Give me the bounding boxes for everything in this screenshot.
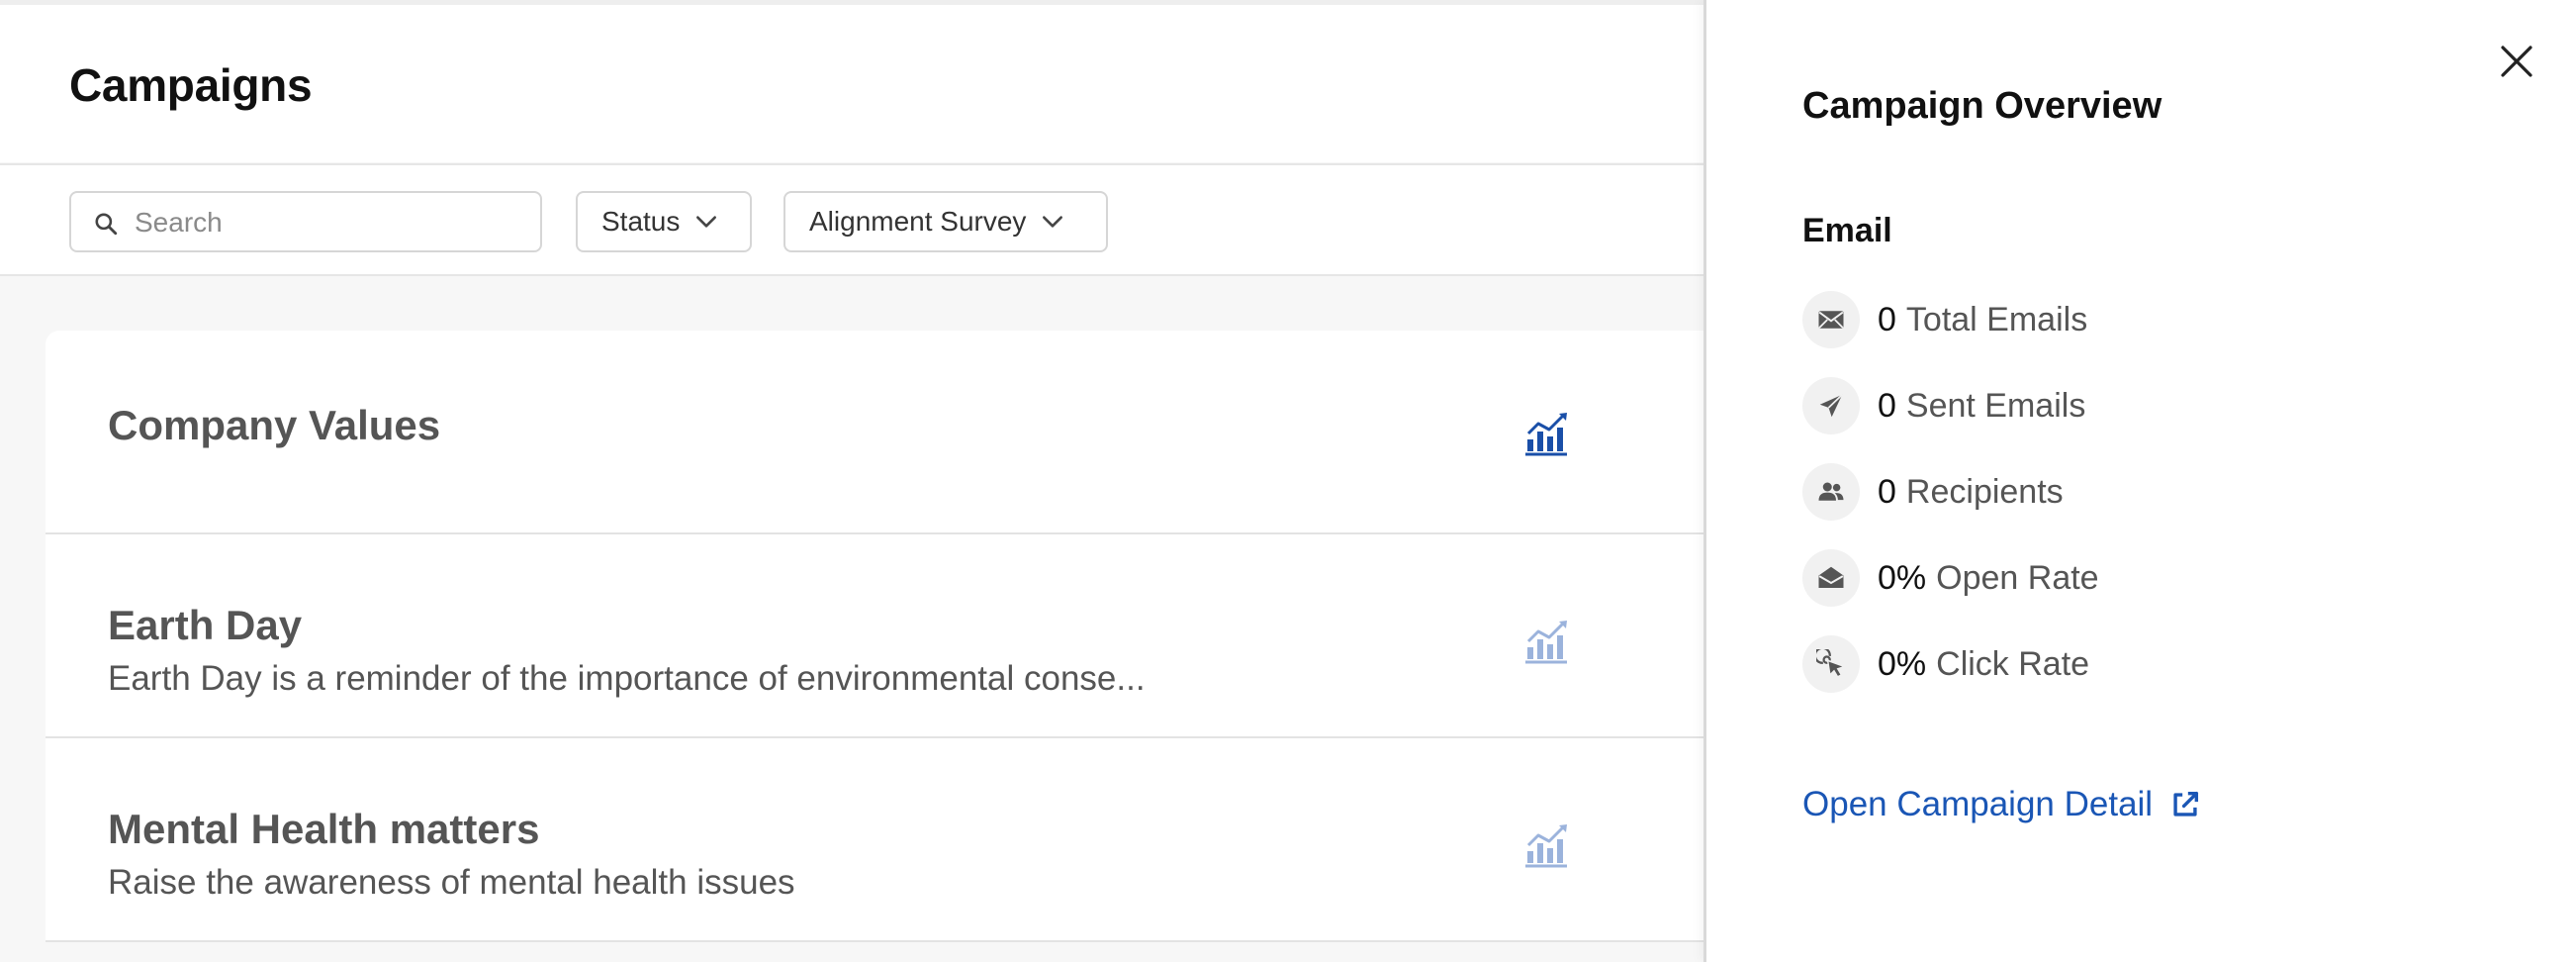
stat-label: Click Rate bbox=[1936, 644, 2090, 683]
stat-total-emails: 0 Total Emails bbox=[1802, 290, 2087, 349]
stat-value: 0 bbox=[1878, 300, 1896, 338]
survey-filter-dropdown[interactable]: Alignment Survey bbox=[783, 191, 1108, 252]
stat-value: 0% bbox=[1878, 644, 1927, 683]
cursor-click-icon bbox=[1802, 635, 1860, 693]
campaign-title: Mental Health matters bbox=[108, 806, 540, 852]
search-box[interactable] bbox=[69, 191, 542, 252]
status-filter-label: Status bbox=[601, 206, 681, 237]
page-title: Campaigns bbox=[69, 59, 313, 111]
stat-value: 0% bbox=[1878, 558, 1927, 597]
close-icon[interactable] bbox=[2497, 42, 2536, 81]
page-header: Campaigns bbox=[0, 0, 1703, 162]
stat-label: Sent Emails bbox=[1905, 386, 2086, 425]
open-campaign-detail-link[interactable]: Open Campaign Detail bbox=[1802, 785, 2202, 824]
search-input[interactable] bbox=[133, 193, 532, 252]
stat-click-rate: 0% Click Rate bbox=[1802, 634, 2089, 694]
filter-toolbar: Status Alignment Survey bbox=[0, 163, 1703, 276]
email-section-title: Email bbox=[1802, 212, 1892, 249]
stat-recipients: 0 Recipients bbox=[1802, 462, 2064, 522]
chart-icon[interactable] bbox=[1523, 618, 1571, 665]
paper-plane-icon bbox=[1802, 377, 1860, 434]
users-icon bbox=[1802, 463, 1860, 521]
envelope-open-icon bbox=[1802, 549, 1860, 607]
stat-sent-emails: 0 Sent Emails bbox=[1802, 376, 2085, 435]
detail-link-label: Open Campaign Detail bbox=[1802, 785, 2154, 823]
campaign-list: Company Values Earth Day Earth Day is a … bbox=[46, 331, 1703, 942]
campaign-description: Raise the awareness of mental health iss… bbox=[108, 863, 795, 902]
stat-label: Open Rate bbox=[1936, 558, 2099, 597]
stat-label: Total Emails bbox=[1905, 300, 2088, 338]
campaign-row-company-values[interactable]: Company Values bbox=[46, 331, 1703, 534]
external-link-icon bbox=[2173, 791, 2199, 817]
stat-value: 0 bbox=[1878, 472, 1896, 511]
chart-icon[interactable] bbox=[1523, 821, 1571, 869]
stat-open-rate: 0% Open Rate bbox=[1802, 548, 2099, 608]
stat-label: Recipients bbox=[1905, 472, 2064, 511]
chevron-down-icon bbox=[1043, 216, 1063, 228]
campaign-title: Earth Day bbox=[108, 602, 303, 648]
campaign-title: Company Values bbox=[108, 402, 441, 448]
chart-icon[interactable] bbox=[1523, 410, 1571, 457]
campaign-description: Earth Day is a reminder of the importanc… bbox=[108, 659, 1146, 698]
panel-title: Campaign Overview bbox=[1802, 85, 2162, 127]
campaigns-main: Campaigns Status Alignment Survey Compan… bbox=[0, 0, 1703, 962]
chevron-down-icon bbox=[696, 216, 717, 228]
status-filter-dropdown[interactable]: Status bbox=[576, 191, 752, 252]
envelope-icon bbox=[1802, 291, 1860, 348]
campaign-row-earth-day[interactable]: Earth Day Earth Day is a reminder of the… bbox=[46, 534, 1703, 738]
stat-value: 0 bbox=[1878, 386, 1896, 425]
survey-filter-label: Alignment Survey bbox=[809, 206, 1027, 237]
search-icon bbox=[95, 213, 118, 236]
campaign-row-mental-health[interactable]: Mental Health matters Raise the awarenes… bbox=[46, 738, 1703, 942]
campaign-overview-panel: Campaign Overview Email 0 Total Emails 0… bbox=[1703, 0, 2576, 962]
